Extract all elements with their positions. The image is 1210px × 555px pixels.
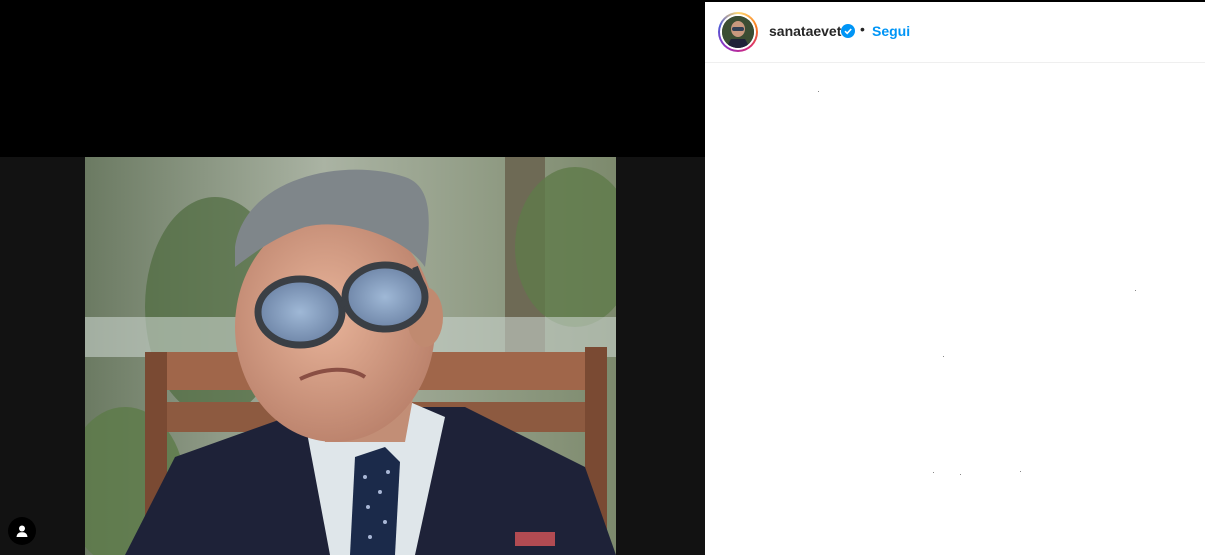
verified-badge-icon xyxy=(841,24,855,38)
media-pane xyxy=(0,0,705,555)
artifact-speck xyxy=(933,472,934,473)
tagged-users-button[interactable] xyxy=(8,517,36,545)
user-tag-icon xyxy=(16,525,28,537)
header-separator: • xyxy=(860,21,865,37)
avatar[interactable] xyxy=(722,16,754,48)
artifact-speck xyxy=(1135,290,1136,291)
post-photo[interactable] xyxy=(85,157,616,555)
username-link[interactable]: sanataevet xyxy=(769,23,841,39)
artifact-speck xyxy=(818,91,819,92)
story-ring[interactable] xyxy=(718,12,758,52)
artifact-speck xyxy=(943,356,944,357)
artifact-speck xyxy=(1020,471,1021,472)
artifact-speck xyxy=(960,474,961,475)
follow-button[interactable]: Segui xyxy=(872,23,910,39)
post-header: sanataevet • Segui xyxy=(705,2,1205,63)
post-side-panel: sanataevet • Segui xyxy=(705,2,1205,553)
panel-right-edge xyxy=(1205,0,1210,555)
